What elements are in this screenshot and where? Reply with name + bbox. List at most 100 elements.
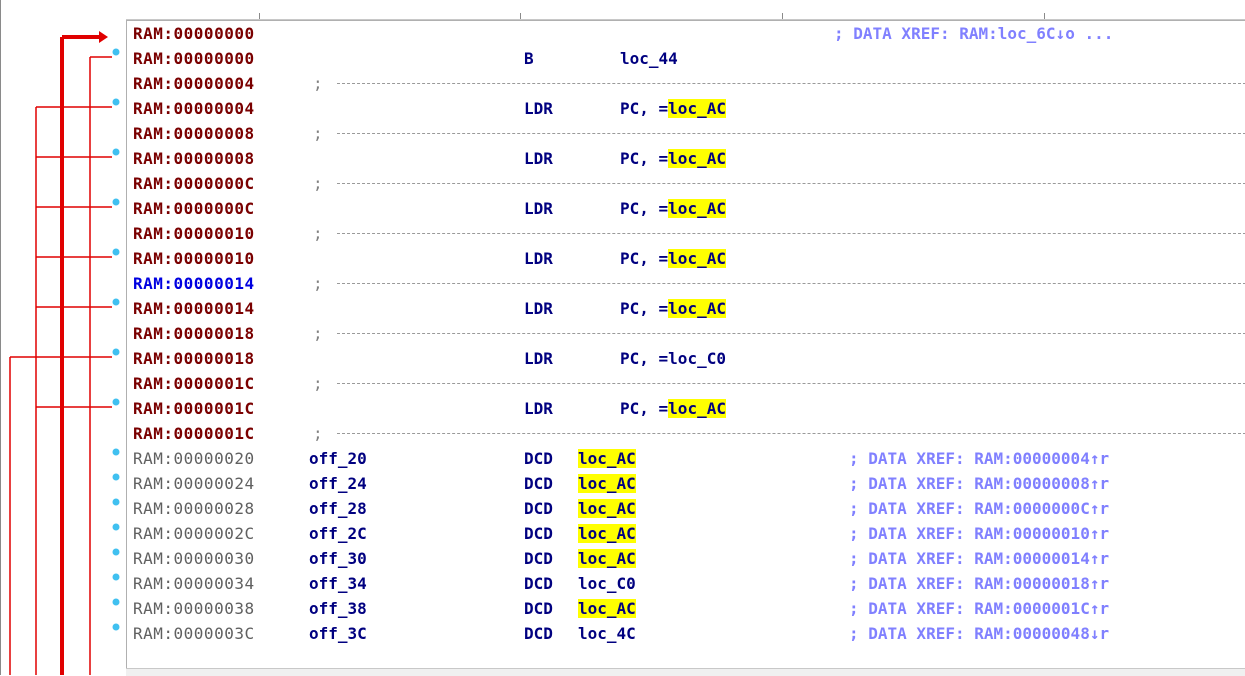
separator-row[interactable]: RAM:00000008; <box>127 121 1245 146</box>
xref-comment[interactable]: ; DATA XREF: RAM:00000010↑r <box>849 521 1109 546</box>
operand[interactable]: PC, =loc_C0 <box>620 346 726 371</box>
address[interactable]: RAM:00000024 <box>133 471 255 496</box>
disassembly-listing[interactable]: RAM:00000000 ; DATA XREF: RAM:loc_6C↓o ..… <box>126 20 1245 671</box>
data-label[interactable]: off_38 <box>309 596 367 621</box>
address[interactable]: RAM:00000008 <box>133 121 255 146</box>
operand[interactable]: PC, =loc_AC <box>620 396 726 421</box>
operand[interactable]: loc_AC <box>578 446 636 471</box>
breakpoint-dot-icon[interactable] <box>112 398 120 406</box>
operand[interactable]: PC, =loc_AC <box>620 196 726 221</box>
mnemonic[interactable]: LDR <box>524 246 553 271</box>
data-row[interactable]: RAM:0000002C off_2C DCD loc_AC ; DATA XREF: … <box>127 521 1245 546</box>
separator-row[interactable]: RAM:00000014; <box>127 271 1245 296</box>
mnemonic[interactable]: DCD <box>524 496 553 521</box>
operand-target-link[interactable]: loc_AC <box>668 299 726 318</box>
address[interactable]: RAM:0000001C <box>133 421 255 446</box>
address[interactable]: RAM:00000028 <box>133 496 255 521</box>
column-divider[interactable] <box>259 13 260 19</box>
operand-target-link[interactable]: loc_AC <box>578 549 636 568</box>
operand-target-link[interactable]: loc_4C <box>578 624 636 643</box>
address[interactable]: RAM:00000000 <box>133 46 255 71</box>
column-divider[interactable] <box>1044 13 1045 19</box>
data-row[interactable]: RAM:0000003C off_3C DCD loc_4C ; DATA XREF: … <box>127 621 1245 646</box>
data-label[interactable]: off_3C <box>309 621 367 646</box>
mnemonic[interactable]: DCD <box>524 621 553 646</box>
operand-target-link[interactable]: loc_C0 <box>578 574 636 593</box>
operand-target-link[interactable]: loc_AC <box>578 524 636 543</box>
address[interactable]: RAM:00000004 <box>133 96 255 121</box>
address[interactable]: RAM:00000014 <box>133 271 255 296</box>
breakpoint-dot-icon[interactable] <box>112 498 120 506</box>
separator-row[interactable]: RAM:00000010; <box>127 221 1245 246</box>
operand-target-link[interactable]: loc_AC <box>668 149 726 168</box>
address[interactable]: RAM:00000004 <box>133 71 255 96</box>
code-row[interactable]: RAM:00000014 LDR PC, =loc_AC <box>127 296 1245 321</box>
data-label[interactable]: off_20 <box>309 446 367 471</box>
code-row[interactable]: RAM:00000008 LDR PC, =loc_AC <box>127 146 1245 171</box>
separator-row[interactable]: RAM:0000001C; <box>127 371 1245 396</box>
operand[interactable]: PC, =loc_AC <box>620 246 726 271</box>
separator-row[interactable]: RAM:00000018; <box>127 321 1245 346</box>
separator-row[interactable]: RAM:0000000C; <box>127 171 1245 196</box>
operand-target-link[interactable]: loc_C0 <box>668 349 726 368</box>
operand[interactable]: PC, =loc_AC <box>620 96 726 121</box>
mnemonic[interactable]: DCD <box>524 596 553 621</box>
operand[interactable]: PC, =loc_AC <box>620 296 726 321</box>
mnemonic[interactable]: DCD <box>524 571 553 596</box>
mnemonic[interactable]: DCD <box>524 521 553 546</box>
data-row[interactable]: RAM:00000030 off_30 DCD loc_AC ; DATA XREF: … <box>127 546 1245 571</box>
separator-row[interactable]: RAM:00000004; <box>127 71 1245 96</box>
operand[interactable]: loc_AC <box>578 596 636 621</box>
address[interactable]: RAM:00000010 <box>133 221 255 246</box>
breakpoint-dot-icon[interactable] <box>112 598 120 606</box>
operand[interactable]: loc_AC <box>578 496 636 521</box>
data-row[interactable]: RAM:00000020 off_20 DCD loc_AC ; DATA XREF: … <box>127 446 1245 471</box>
breakpoint-dot-icon[interactable] <box>112 523 120 531</box>
xref-comment[interactable]: ; DATA XREF: RAM:00000014↑r <box>849 546 1109 571</box>
address[interactable]: RAM:0000000C <box>133 196 255 221</box>
data-label[interactable]: off_24 <box>309 471 367 496</box>
column-divider[interactable] <box>782 13 783 19</box>
mnemonic[interactable]: LDR <box>524 146 553 171</box>
address[interactable]: RAM:0000002C <box>133 521 255 546</box>
operand[interactable]: loc_C0 <box>578 571 636 596</box>
address[interactable]: RAM:00000034 <box>133 571 255 596</box>
operand[interactable]: loc_44 <box>620 46 678 71</box>
address[interactable]: RAM:00000020 <box>133 446 255 471</box>
address[interactable]: RAM:00000018 <box>133 346 255 371</box>
mnemonic[interactable]: LDR <box>524 346 553 371</box>
operand-target-link[interactable]: loc_AC <box>668 249 726 268</box>
address[interactable]: RAM:00000000 <box>133 21 255 46</box>
address[interactable]: RAM:0000001C <box>133 371 255 396</box>
operand-target-link[interactable]: loc_AC <box>578 474 636 493</box>
xref-comment[interactable]: ; DATA XREF: RAM:0000000C↑r <box>849 496 1109 521</box>
operand-target-link[interactable]: loc_AC <box>668 399 726 418</box>
address[interactable]: RAM:0000003C <box>133 621 255 646</box>
address[interactable]: RAM:00000008 <box>133 146 255 171</box>
column-divider[interactable] <box>520 13 521 19</box>
xref-comment[interactable]: ; DATA XREF: RAM:00000018↑r <box>849 571 1109 596</box>
data-row[interactable]: RAM:00000038 off_38 DCD loc_AC ; DATA XREF: … <box>127 596 1245 621</box>
breakpoint-dot-icon[interactable] <box>112 198 120 206</box>
operand-target-link[interactable]: loc_AC <box>578 449 636 468</box>
address[interactable]: RAM:0000001C <box>133 396 255 421</box>
breakpoint-dot-icon[interactable] <box>112 348 120 356</box>
operand-target-link[interactable]: loc_AC <box>668 199 726 218</box>
operand[interactable]: PC, =loc_AC <box>620 146 726 171</box>
mnemonic[interactable]: LDR <box>524 96 553 121</box>
operand[interactable]: loc_AC <box>578 546 636 571</box>
code-row[interactable]: RAM:00000018 LDR PC, =loc_C0 <box>127 346 1245 371</box>
xref-comment[interactable]: ; DATA XREF: RAM:00000008↑r <box>849 471 1109 496</box>
breakpoint-dot-icon[interactable] <box>112 473 120 481</box>
breakpoint-dot-icon[interactable] <box>112 248 120 256</box>
operand[interactable]: loc_AC <box>578 521 636 546</box>
breakpoint-dot-icon[interactable] <box>112 298 120 306</box>
xref-comment[interactable]: ; DATA XREF: RAM:0000001C↑r <box>849 596 1109 621</box>
data-label[interactable]: off_28 <box>309 496 367 521</box>
breakpoint-dot-icon[interactable] <box>112 148 120 156</box>
xref-comment[interactable]: ; DATA XREF: RAM:loc_6C↓o ... <box>834 21 1113 46</box>
mnemonic[interactable]: LDR <box>524 196 553 221</box>
breakpoint-dot-icon[interactable] <box>112 48 120 56</box>
breakpoint-dot-icon[interactable] <box>112 548 120 556</box>
address[interactable]: RAM:00000038 <box>133 596 255 621</box>
